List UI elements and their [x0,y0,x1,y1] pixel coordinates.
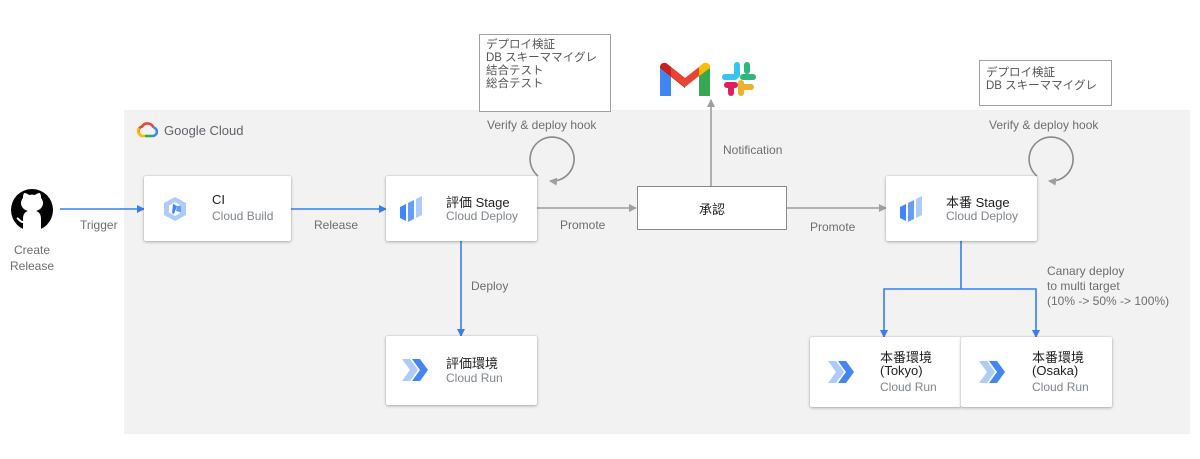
verify-hook-loop-right [1028,136,1074,186]
prod-env-tokyo-card[interactable]: 本番環境 (Tokyo) Cloud Run [810,337,961,407]
cloud-run-icon [828,361,854,383]
slack-icon [722,62,756,96]
note-left-line: 結合テスト [486,65,544,77]
verification-note-left: デプロイ検証 DB スキーママイグレ 結合テスト 総合テスト [479,34,611,112]
prod-tokyo-subtitle: Cloud Run [880,380,937,394]
promote-label-2: Promote [810,220,856,234]
promote-label-1: Promote [560,218,606,232]
cloud-run-icon [979,361,1005,383]
prod-osaka-subtitle: Cloud Run [1032,380,1089,394]
deploy-label: Deploy [471,279,509,293]
prod-stage-subtitle: Cloud Deploy [946,209,1019,223]
eval-stage-card[interactable]: 評価 Stage Cloud Deploy [386,176,537,241]
verify-hook-label-left: Verify & deploy hook [487,118,597,132]
prod-tokyo-title-line2: (Tokyo) [880,363,923,378]
prod-osaka-title-line2: (Osaka) [1032,363,1079,378]
verify-hook-label-right: Verify & deploy hook [989,118,1099,132]
canary-label: Canary deploy to multi target (10% -> 50… [1047,264,1169,309]
verification-note-right: デプロイ検証 DB スキーママイグレ [979,60,1112,106]
github-trigger[interactable] [10,188,54,232]
note-left-line: 総合テスト [486,78,544,90]
eval-env-title: 評価環境 [446,356,499,371]
canary-line: to multi target [1047,279,1120,293]
canary-branch-osaka [961,288,1040,338]
verify-hook-loop-left [529,136,575,186]
note-right-line: デプロイ検証 [986,67,1055,79]
gmail-icon [660,62,710,96]
note-left-line: デプロイ検証 [486,39,555,51]
cloud-run-icon [402,359,428,381]
trigger-label: Trigger [80,218,118,232]
github-icon [11,189,53,231]
prod-stage-card[interactable]: 本番 Stage Cloud Deploy [886,176,1037,241]
canary-branch [880,241,962,338]
eval-env-subtitle: Cloud Run [446,371,503,385]
create-release-label: Create Release [9,243,55,273]
note-left-line: DB スキーママイグレ [486,52,597,64]
ci-card[interactable]: CI Cloud Build [144,176,291,241]
ci-title: CI [212,192,225,207]
canary-line: Canary deploy [1047,264,1125,278]
eval-env-card[interactable]: 評価環境 Cloud Run [386,336,537,405]
release-label: Release [314,218,359,232]
cloud-build-icon [164,197,186,221]
prod-env-osaka-card[interactable]: 本番環境 (Osaka) Cloud Run [961,337,1112,407]
ci-subtitle: Cloud Build [212,209,274,223]
notification-label: Notification [723,143,783,157]
approval-label: 承認 [698,201,725,217]
approval-box[interactable]: 承認 [637,186,787,230]
canary-line: (10% -> 50% -> 100%) [1047,294,1170,308]
cloud-deploy-icon [400,196,422,222]
eval-stage-subtitle: Cloud Deploy [446,209,519,223]
note-right-line: DB スキーママイグレ [986,80,1097,92]
cloud-deploy-icon [900,196,922,222]
